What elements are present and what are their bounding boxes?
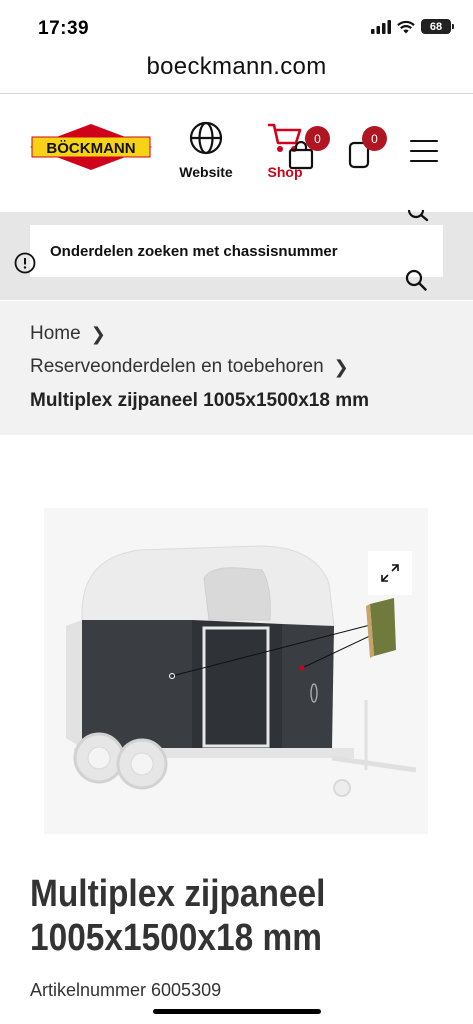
search-icon[interactable] <box>405 269 427 291</box>
home-indicator <box>153 1009 321 1014</box>
status-icons: 68 <box>371 19 454 34</box>
breadcrumb-home[interactable]: Home ❯ <box>30 323 106 345</box>
website-label: Website <box>179 164 233 180</box>
compare-count: 0 <box>371 131 378 146</box>
battery-icon: 68 <box>421 19 454 34</box>
site-header: BÖCKMANN Website Shop 0 0 <box>0 95 473 211</box>
url-text[interactable]: boeckmann.com <box>147 53 327 80</box>
chevron-right-icon: ❯ <box>90 323 106 344</box>
brand-logo[interactable]: BÖCKMANN <box>28 122 154 172</box>
website-button[interactable]: Website <box>170 121 242 180</box>
product-title-line1: Multiplex zijpaneel <box>30 873 326 915</box>
wifi-icon <box>397 20 415 33</box>
signal-icon <box>371 19 391 34</box>
breadcrumb-current: Multiplex zijpaneel 1005x1500x18 mm <box>30 390 369 412</box>
status-bar: 17:39 68 <box>0 0 473 50</box>
svg-text:BÖCKMANN: BÖCKMANN <box>46 140 135 157</box>
status-time: 17:39 <box>38 18 90 39</box>
breadcrumb: Home ❯ Reserveonderdelen en toebehoren ❯… <box>0 301 473 435</box>
breadcrumb-home-label[interactable]: Home <box>30 323 81 345</box>
breadcrumb-category-label[interactable]: Reserveonderdelen en toebehoren <box>30 356 324 378</box>
chassis-search-label: Onderdelen zoeken met chassisnummer <box>50 243 338 260</box>
breadcrumb-current-label: Multiplex zijpaneel 1005x1500x18 mm <box>30 390 370 411</box>
compare-button[interactable]: 0 <box>345 126 391 175</box>
cart-count: 0 <box>314 131 321 146</box>
url-bar[interactable]: boeckmann.com <box>0 50 473 94</box>
info-icon <box>14 252 36 274</box>
cart-count-badge: 0 <box>305 126 330 151</box>
breadcrumb-category[interactable]: Reserveonderdelen en toebehoren ❯ <box>30 356 349 378</box>
chassis-search-section: Onderdelen zoeken met chassisnummer <box>0 212 473 300</box>
battery-level: 68 <box>429 20 443 33</box>
compare-count-badge: 0 <box>362 126 387 151</box>
product-image[interactable] <box>44 508 428 834</box>
cart-button[interactable]: 0 <box>285 126 331 175</box>
search-icon <box>407 210 429 222</box>
expand-image-button[interactable] <box>368 551 412 595</box>
product-title-line2: 1005x1500x18 mm <box>30 917 322 959</box>
globe-icon <box>189 121 223 155</box>
expand-icon <box>381 564 399 582</box>
hamburger-menu-icon[interactable] <box>410 140 438 162</box>
chevron-right-icon: ❯ <box>333 356 349 377</box>
product-title: Multiplex zijpaneel 1005x1500x18 mm <box>30 872 444 960</box>
article-number: Artikelnummer 6005309 <box>30 980 222 1000</box>
